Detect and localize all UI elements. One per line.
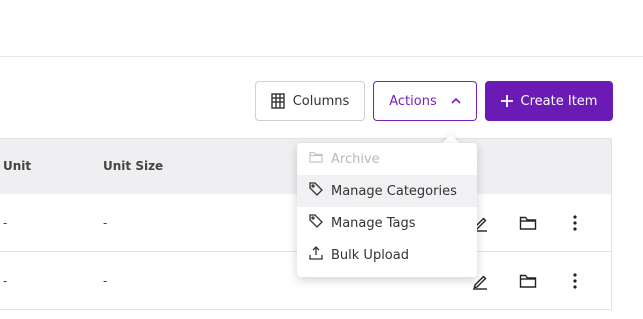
- columns-icon: [271, 93, 285, 109]
- more-options-icon[interactable]: [564, 270, 586, 292]
- tag-icon: [309, 214, 323, 232]
- menu-item-label: Archive: [331, 151, 380, 167]
- menu-item-manage-tags[interactable]: Manage Tags: [297, 207, 477, 239]
- create-item-button-label: Create Item: [520, 93, 598, 109]
- tag-icon: [309, 182, 323, 200]
- column-header-unit[interactable]: Unit: [3, 159, 31, 173]
- menu-item-manage-categories[interactable]: Manage Categories: [297, 175, 477, 207]
- top-divider: [0, 56, 643, 57]
- chevron-up-icon: [451, 98, 461, 104]
- actions-button-label: Actions: [389, 93, 437, 109]
- actions-button[interactable]: Actions: [373, 81, 477, 121]
- folder-icon: [309, 151, 323, 167]
- menu-item-archive: Archive: [297, 143, 477, 175]
- menu-item-bulk-upload[interactable]: Bulk Upload: [297, 239, 477, 271]
- upload-icon: [309, 246, 323, 264]
- folder-icon[interactable]: [517, 212, 539, 234]
- columns-button-label: Columns: [292, 93, 350, 109]
- cell-unit-size: -: [103, 274, 108, 288]
- cell-unit: -: [3, 216, 8, 230]
- actions-dropdown-menu: Archive Manage Categories Manage Tags Bu…: [297, 143, 477, 277]
- create-item-button[interactable]: Create Item: [485, 81, 613, 121]
- menu-item-label: Manage Tags: [331, 215, 416, 231]
- cell-unit-size: -: [103, 216, 108, 230]
- folder-icon[interactable]: [517, 270, 539, 292]
- columns-button[interactable]: Columns: [255, 81, 365, 121]
- column-header-unit-size[interactable]: Unit Size: [103, 159, 163, 173]
- menu-item-label: Bulk Upload: [331, 247, 409, 263]
- plus-icon: [500, 95, 513, 107]
- more-options-icon[interactable]: [564, 212, 586, 234]
- cell-unit: -: [3, 274, 8, 288]
- menu-item-label: Manage Categories: [331, 183, 457, 199]
